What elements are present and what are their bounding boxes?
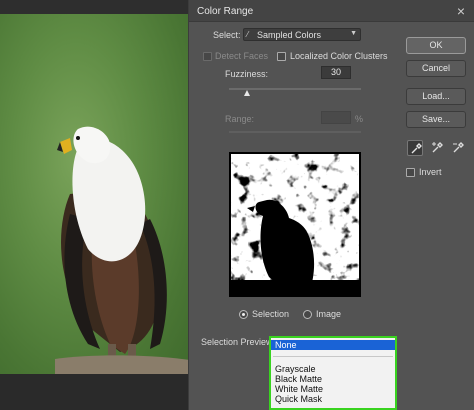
chevron-down-icon: ▼ <box>350 30 357 37</box>
cancel-button[interactable]: Cancel <box>406 60 466 77</box>
range-unit: % <box>355 114 364 124</box>
eyedropper-icon: ⁄ <box>247 30 249 39</box>
dropdown-separator <box>273 356 393 357</box>
dropdown-option-grayscale[interactable]: Grayscale <box>271 364 395 374</box>
selection-preview-label: Selection Preview: <box>201 337 276 347</box>
eagle-image <box>55 126 190 374</box>
dropdown-option-white-matte[interactable]: White Matte <box>271 384 395 394</box>
range-label: Range: <box>225 114 255 124</box>
canvas-bottom <box>0 374 190 410</box>
fuzziness-slider-thumb[interactable] <box>244 90 250 96</box>
selection-mask-image <box>229 152 361 297</box>
detect-faces-checkbox[interactable] <box>203 52 212 61</box>
eyedropper-minus-icon[interactable] <box>450 140 466 156</box>
eyedropper-icon[interactable] <box>407 140 423 156</box>
select-value: Sampled Colors <box>257 30 322 40</box>
close-icon[interactable]: × <box>457 3 465 19</box>
selection-radio[interactable] <box>239 310 248 319</box>
image-radio[interactable] <box>303 310 312 319</box>
load-button[interactable]: Load... <box>406 88 466 105</box>
invert-checkbox[interactable] <box>406 168 415 177</box>
detect-faces-label: Detect Faces <box>215 51 269 61</box>
eyedropper-plus-icon[interactable] <box>429 140 445 156</box>
canvas-top-bar <box>0 0 190 14</box>
selection-preview-dropdown[interactable]: None Grayscale Black Matte White Matte Q… <box>269 336 397 410</box>
selection-preview <box>229 152 361 297</box>
localized-clusters-checkbox[interactable] <box>277 52 286 61</box>
select-label: Select: <box>213 30 241 40</box>
fuzziness-label: Fuzziness: <box>225 69 269 79</box>
dropdown-option-none[interactable]: None <box>271 340 395 350</box>
range-input[interactable] <box>321 111 351 124</box>
document-canvas <box>0 0 190 410</box>
dialog-title: Color Range <box>197 6 254 17</box>
fuzziness-input[interactable]: 30 <box>321 66 351 79</box>
dropdown-option-black-matte[interactable]: Black Matte <box>271 374 395 384</box>
screen: Color Range × Select: ⁄ Sampled Colors ▼… <box>0 0 474 410</box>
save-button[interactable]: Save... <box>406 111 466 128</box>
select-dropdown[interactable]: ⁄ Sampled Colors ▼ <box>243 28 361 41</box>
localized-clusters-label: Localized Color Clusters <box>290 51 388 61</box>
invert-label: Invert <box>419 167 442 177</box>
range-slider-track[interactable] <box>229 131 361 133</box>
dialog-titlebar: Color Range × <box>189 0 474 22</box>
ok-button[interactable]: OK <box>406 37 466 54</box>
selection-radio-label: Selection <box>252 309 290 319</box>
image-radio-label: Image <box>316 309 342 319</box>
dropdown-option-quick-mask[interactable]: Quick Mask <box>271 394 395 404</box>
